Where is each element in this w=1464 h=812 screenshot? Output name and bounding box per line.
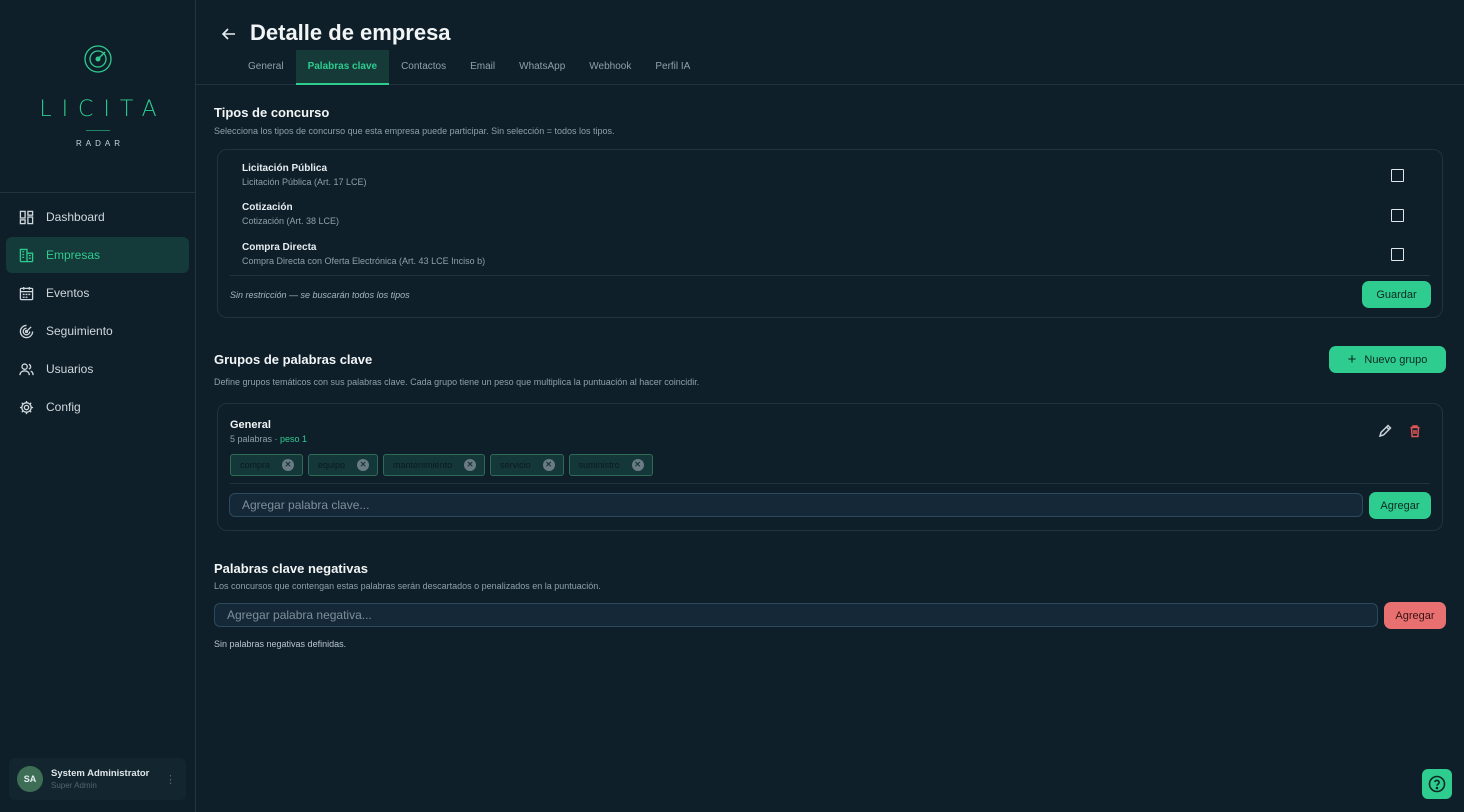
sidebar-nav: Dashboard Empresas Eventos Seguimiento U… [6, 199, 189, 427]
sidebar-item-config[interactable]: Config [6, 389, 189, 425]
keyword-label: compra [240, 460, 271, 470]
sidebar-item-label: Dashboard [46, 210, 105, 224]
sidebar-item-usuarios[interactable]: Usuarios [6, 351, 189, 387]
tab-whatsapp[interactable]: WhatsApp [507, 50, 577, 85]
keyword-chip: equipo ✕ [308, 454, 379, 476]
keyword-chip: mantenimiento ✕ [383, 454, 486, 476]
tab-perfil-ia[interactable]: Perfil IA [643, 50, 702, 85]
negativas-description: Los concursos que contengan estas palabr… [214, 581, 601, 591]
tipo-desc: Cotización (Art. 38 LCE) [242, 216, 340, 226]
tipos-title: Tipos de concurso [214, 105, 330, 120]
group-name: General [230, 419, 271, 431]
sidebar-item-seguimiento[interactable]: Seguimiento [6, 313, 189, 349]
keyword-chip: suministro ✕ [568, 454, 653, 476]
keyword-label: equipo [318, 460, 346, 470]
grupos-description: Define grupos temáticos con sus palabras… [214, 377, 700, 387]
keyword-chip: compra ✕ [230, 454, 304, 476]
save-button[interactable]: Guardar [1362, 281, 1431, 308]
group-word-count: 5 palabras · [230, 434, 281, 444]
negatives-empty-state: Sin palabras negativas definidas. [214, 639, 347, 649]
tipo-name: Licitación Pública [242, 163, 328, 174]
tab-bar: General Palabras clave Contactos Email W… [236, 50, 702, 85]
tab-webhook[interactable]: Webhook [577, 50, 643, 85]
new-group-button[interactable]: + Nuevo grupo [1329, 346, 1446, 373]
brand-name: LICITA [39, 97, 167, 122]
new-group-label: Nuevo grupo [1364, 353, 1428, 366]
sidebar-item-eventos[interactable]: Eventos [6, 275, 189, 311]
group-card: General 5 palabras · peso 1 compra ✕ equi… [217, 403, 1443, 531]
card-divider [230, 275, 1430, 276]
close-icon[interactable]: ✕ [542, 459, 555, 471]
keyword-label: servicio [500, 460, 531, 470]
add-negative-button[interactable]: Agregar [1384, 602, 1446, 629]
group-meta: 5 palabras · peso 1 [230, 434, 307, 444]
keyword-label: suministro [578, 460, 620, 470]
building-icon [19, 248, 34, 262]
restriction-note: Sin restricción — se buscarán todos los … [230, 290, 410, 300]
keyword-chips: compra ✕ equipo ✕ mantenimiento ✕ servicio ✕… [230, 454, 653, 476]
user-info: System Administrator Super Admin [51, 768, 149, 790]
close-icon[interactable]: ✕ [464, 459, 477, 471]
tab-general[interactable]: General [236, 50, 296, 85]
calendar-icon [19, 286, 34, 300]
brand-subtitle: RADAR [75, 139, 124, 148]
sidebar-item-label: Eventos [46, 286, 90, 300]
user-card[interactable]: SA System Administrator Super Admin ⋮ [9, 758, 186, 800]
tab-email[interactable]: Email [458, 50, 507, 85]
sidebar-item-dashboard[interactable]: Dashboard [6, 199, 189, 235]
tipo-checkbox[interactable] [1391, 209, 1404, 222]
dashboard-icon [19, 210, 34, 224]
radar-logo-icon [84, 45, 112, 73]
keyword-chip: servicio ✕ [490, 454, 564, 476]
sidebar-item-label: Seguimiento [46, 324, 113, 338]
sidebar-item-empresas[interactable]: Empresas [6, 237, 189, 273]
keyword-input[interactable] [229, 493, 1363, 517]
tipo-row: Compra Directa Compra Directa con Oferta… [242, 242, 485, 266]
tipo-row: Licitación Pública Licitación Pública (A… [242, 163, 367, 187]
tipo-desc: Licitación Pública (Art. 17 LCE) [242, 177, 367, 187]
negative-keyword-input[interactable] [214, 603, 1378, 627]
negativas-title: Palabras clave negativas [214, 561, 368, 576]
brand-divider [86, 130, 110, 131]
user-role: Super Admin [51, 781, 97, 790]
user-name: System Administrator [51, 768, 150, 779]
pencil-icon[interactable] [1377, 423, 1393, 439]
tipo-name: Compra Directa [242, 242, 317, 253]
users-icon [19, 362, 34, 375]
tab-palabras-clave[interactable]: Palabras clave [295, 50, 390, 85]
tipo-name: Cotización [242, 202, 293, 213]
help-icon [1428, 775, 1446, 793]
tipo-desc: Compra Directa con Oferta Electrónica (A… [242, 256, 486, 266]
plus-icon: + [1347, 351, 1357, 368]
arrow-back-icon[interactable] [220, 25, 238, 43]
help-button[interactable] [1422, 769, 1452, 799]
sidebar-item-label: Usuarios [46, 362, 94, 376]
gear-icon [19, 400, 34, 414]
keyword-label: mantenimiento [393, 460, 453, 470]
close-icon[interactable]: ✕ [357, 459, 370, 471]
add-keyword-button[interactable]: Agregar [1369, 492, 1431, 519]
tipo-row: Cotización Cotización (Art. 38 LCE) [242, 202, 339, 226]
card-divider [230, 483, 1430, 484]
trash-icon[interactable] [1407, 423, 1423, 439]
avatar: SA [17, 766, 43, 792]
close-icon[interactable]: ✕ [631, 459, 644, 471]
page-header: Detalle de empresa General Palabras clav… [196, 0, 1464, 85]
close-icon[interactable]: ✕ [282, 459, 295, 471]
tipos-description: Selecciona los tipos de concurso que est… [214, 126, 615, 136]
page-title: Detalle de empresa [250, 20, 451, 45]
brand-logo: LICITA RADAR [0, 40, 196, 148]
tipos-card: Licitación Pública Licitación Pública (A… [217, 149, 1443, 318]
sidebar-divider [0, 192, 196, 193]
group-weight: peso 1 [280, 434, 308, 444]
sidebar: LICITA RADAR Dashboard Empresas Eventos … [0, 0, 196, 812]
tipo-checkbox[interactable] [1391, 248, 1404, 261]
more-vertical-icon[interactable]: ⋮ [165, 773, 176, 786]
sidebar-item-label: Config [46, 400, 81, 414]
grupos-title: Grupos de palabras clave [214, 352, 373, 367]
sidebar-item-label: Empresas [46, 248, 101, 262]
tipo-checkbox[interactable] [1391, 169, 1404, 182]
radar-icon [19, 324, 34, 338]
tab-contactos[interactable]: Contactos [389, 50, 458, 85]
